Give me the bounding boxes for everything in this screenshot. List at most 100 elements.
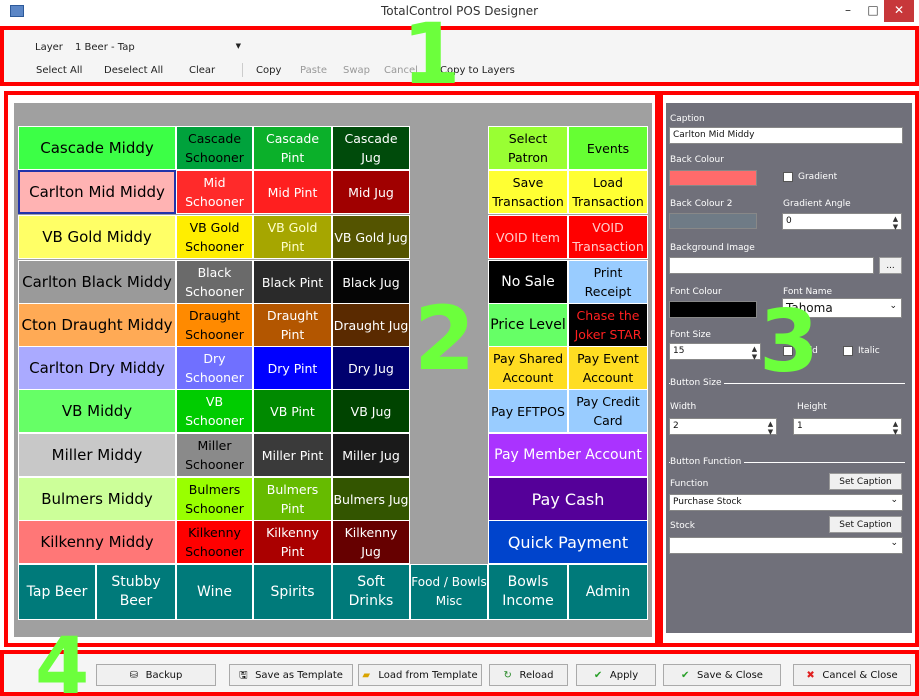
- swap-button[interactable]: Swap: [343, 65, 370, 76]
- middy-button[interactable]: Carlton Black Middy: [18, 260, 176, 304]
- schooner-button[interactable]: Dry Schooner: [176, 346, 253, 390]
- deselect-all-button[interactable]: Deselect All: [104, 65, 163, 76]
- function-button-left[interactable]: No Sale: [488, 260, 568, 304]
- height-input[interactable]: 1 ▲ ▼: [793, 418, 902, 436]
- middy-button[interactable]: VB Gold Middy: [18, 215, 176, 259]
- spinner-icon[interactable]: ▲ ▼: [891, 420, 900, 436]
- category-tab[interactable]: Stubby Beer: [96, 564, 176, 620]
- jug-button[interactable]: Miller Jug: [332, 433, 410, 477]
- category-tab[interactable]: Admin: [568, 564, 648, 620]
- schooner-button[interactable]: Black Schooner: [176, 260, 253, 304]
- select-all-button[interactable]: Select All: [36, 65, 82, 76]
- spinner-icon[interactable]: ▲ ▼: [750, 345, 759, 361]
- caption-input[interactable]: Carlton Mid Middy: [669, 127, 903, 144]
- gradient-checkbox[interactable]: [783, 172, 793, 182]
- function-select[interactable]: Purchase Stock ⌄: [669, 494, 903, 511]
- pint-button[interactable]: Cascade Pint: [253, 126, 332, 170]
- middy-button[interactable]: Bulmers Middy: [18, 477, 176, 521]
- jug-button[interactable]: Cascade Jug: [332, 126, 410, 170]
- gradient-angle-input[interactable]: 0 ▲ ▼: [782, 213, 902, 231]
- font-size-input[interactable]: 15 ▲ ▼: [669, 343, 761, 361]
- spinner-icon[interactable]: ▲ ▼: [891, 215, 900, 231]
- jug-button[interactable]: Black Jug: [332, 260, 410, 304]
- function-button-right[interactable]: Pay Credit Card: [568, 389, 648, 433]
- wide-function-button[interactable]: Pay Cash: [488, 477, 648, 521]
- close-button[interactable]: ✕: [884, 0, 914, 22]
- category-tab[interactable]: Wine: [176, 564, 253, 620]
- italic-checkbox[interactable]: [843, 346, 853, 356]
- function-button-right[interactable]: Print Receipt: [568, 260, 648, 304]
- schooner-button[interactable]: Miller Schooner: [176, 433, 253, 477]
- function-button-right[interactable]: Pay Event Account: [568, 346, 648, 390]
- copy-button[interactable]: Copy: [256, 65, 281, 76]
- minimize-button[interactable]: –: [834, 0, 862, 22]
- back-colour-swatch[interactable]: [669, 170, 757, 186]
- layer-select[interactable]: 1 Beer - Tap ▼: [75, 42, 245, 53]
- function-button-left[interactable]: VOID Item: [488, 215, 568, 259]
- apply-button[interactable]: ✔ Apply: [576, 664, 656, 686]
- pint-button[interactable]: Dry Pint: [253, 346, 332, 390]
- category-tab[interactable]: Bowls Income: [488, 564, 568, 620]
- spinner-icon[interactable]: ▲ ▼: [766, 420, 775, 436]
- maximize-button[interactable]: □: [862, 0, 884, 22]
- backup-button[interactable]: ⛁ Backup: [96, 664, 216, 686]
- category-tab[interactable]: Soft Drinks: [332, 564, 410, 620]
- category-tab[interactable]: Spirits: [253, 564, 332, 620]
- pint-button[interactable]: Miller Pint: [253, 433, 332, 477]
- middy-button[interactable]: Carlton Dry Middy: [18, 346, 176, 390]
- category-tab[interactable]: Tap Beer: [18, 564, 96, 620]
- reload-button[interactable]: ↻ Reload: [489, 664, 568, 686]
- middy-button[interactable]: Kilkenny Middy: [18, 520, 176, 564]
- pint-button[interactable]: Black Pint: [253, 260, 332, 304]
- function-button-left[interactable]: Pay EFTPOS: [488, 389, 568, 433]
- function-button-left[interactable]: Save Transaction: [488, 170, 568, 214]
- back-colour2-swatch[interactable]: [669, 213, 757, 229]
- function-button-left[interactable]: Pay Shared Account: [488, 346, 568, 390]
- font-colour-swatch[interactable]: [669, 301, 757, 318]
- pint-button[interactable]: VB Pint: [253, 389, 332, 433]
- background-image-input[interactable]: [669, 257, 874, 274]
- stock-select[interactable]: ⌄: [669, 537, 903, 554]
- jug-button[interactable]: Bulmers Jug: [332, 477, 410, 521]
- jug-button[interactable]: Dry Jug: [332, 346, 410, 390]
- jug-button[interactable]: VB Jug: [332, 389, 410, 433]
- middy-button[interactable]: VB Middy: [18, 389, 176, 433]
- pint-button[interactable]: Mid Pint: [253, 170, 332, 214]
- category-tab[interactable]: Food / Bowls Misc: [410, 564, 488, 620]
- function-button-left[interactable]: Select Patron: [488, 126, 568, 170]
- clear-button[interactable]: Clear: [189, 65, 215, 76]
- function-button-right[interactable]: Load Transaction: [568, 170, 648, 214]
- load-from-template-button[interactable]: ▰ Load from Template: [358, 664, 482, 686]
- schooner-button[interactable]: VB Gold Schooner: [176, 215, 253, 259]
- cancel-close-button[interactable]: ✖ Cancel & Close: [793, 664, 911, 686]
- browse-button[interactable]: ...: [879, 257, 902, 274]
- middy-button[interactable]: Cton Draught Middy: [18, 303, 176, 347]
- function-button-left[interactable]: Price Level: [488, 303, 568, 347]
- save-close-button[interactable]: ✔ Save & Close: [663, 664, 781, 686]
- function-button-right[interactable]: Chase the Joker STAR: [568, 303, 648, 347]
- jug-button[interactable]: VB Gold Jug: [332, 215, 410, 259]
- function-button-right[interactable]: VOID Transaction: [568, 215, 648, 259]
- jug-button[interactable]: Mid Jug: [332, 170, 410, 214]
- schooner-button[interactable]: Draught Schooner: [176, 303, 253, 347]
- middy-button[interactable]: Carlton Mid Middy: [18, 170, 176, 214]
- schooner-button[interactable]: VB Schooner: [176, 389, 253, 433]
- schooner-button[interactable]: Kilkenny Schooner: [176, 520, 253, 564]
- middy-button[interactable]: Miller Middy: [18, 433, 176, 477]
- function-button-right[interactable]: Events: [568, 126, 648, 170]
- paste-button[interactable]: Paste: [300, 65, 327, 76]
- pint-button[interactable]: Kilkenny Pint: [253, 520, 332, 564]
- schooner-button[interactable]: Mid Schooner: [176, 170, 253, 214]
- set-caption-function-button[interactable]: Set Caption: [829, 473, 902, 490]
- save-as-template-button[interactable]: 🖫 Save as Template: [229, 664, 353, 686]
- jug-button[interactable]: Kilkenny Jug: [332, 520, 410, 564]
- width-input[interactable]: 2 ▲ ▼: [669, 418, 777, 436]
- set-caption-stock-button[interactable]: Set Caption: [829, 516, 902, 533]
- wide-function-button[interactable]: Quick Payment: [488, 520, 648, 564]
- schooner-button[interactable]: Bulmers Schooner: [176, 477, 253, 521]
- schooner-button[interactable]: Cascade Schooner: [176, 126, 253, 170]
- jug-button[interactable]: Draught Jug: [332, 303, 410, 347]
- middy-button[interactable]: Cascade Middy: [18, 126, 176, 170]
- pint-button[interactable]: Bulmers Pint: [253, 477, 332, 521]
- pint-button[interactable]: Draught Pint: [253, 303, 332, 347]
